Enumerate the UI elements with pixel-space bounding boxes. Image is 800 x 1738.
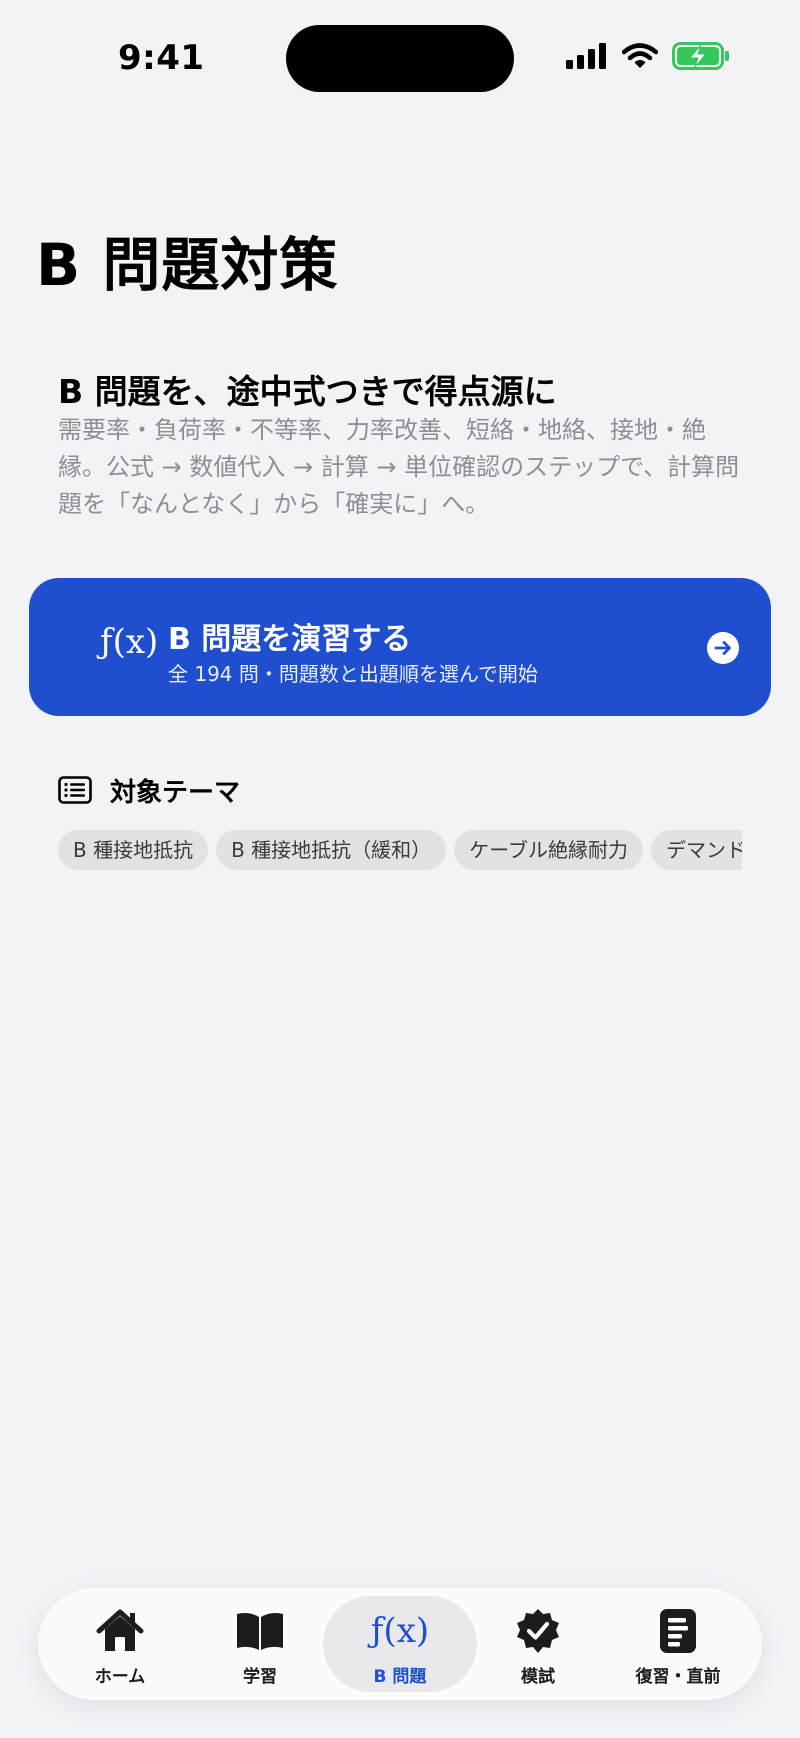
intro-heading: B 問題を、途中式つきで得点源に bbox=[58, 372, 557, 411]
page-title: B 問題対策 bbox=[36, 231, 339, 299]
status-icons bbox=[566, 42, 730, 70]
tab-b-problems-label: B 問題 bbox=[373, 1667, 427, 1687]
theme-chip[interactable]: デマンド bbox=[650, 830, 742, 870]
arrow-right-circle-icon bbox=[707, 632, 739, 664]
checkmark-seal-icon bbox=[517, 1609, 559, 1653]
status-bar: 9:41 bbox=[0, 0, 800, 120]
tab-review-label: 復習・直前 bbox=[635, 1667, 721, 1687]
tab-mock-exam[interactable]: 模試 bbox=[468, 1596, 608, 1692]
tab-study[interactable]: 学習 bbox=[190, 1596, 330, 1692]
theme-chip[interactable]: ケーブル絶縁耐力 bbox=[454, 830, 643, 870]
theme-chip[interactable]: B 種接地抵抗（緩和） bbox=[216, 830, 447, 870]
tab-b-problems[interactable]: ƒ(x) B 問題 bbox=[323, 1596, 477, 1692]
tab-home[interactable]: ホーム bbox=[50, 1596, 190, 1692]
target-themes-label: 対象テーマ bbox=[110, 777, 241, 808]
document-icon bbox=[660, 1609, 696, 1653]
practice-card-title: B 問題を演習する bbox=[168, 622, 412, 657]
status-time: 9:41 bbox=[118, 38, 205, 78]
dynamic-island bbox=[286, 25, 514, 92]
theme-chip-list[interactable]: B 種接地抵抗 B 種接地抵抗（緩和） ケーブル絶縁耐力 デマンド bbox=[58, 830, 742, 872]
tab-home-label: ホーム bbox=[94, 1667, 146, 1687]
practice-card-subtitle: 全 194 問・問題数と出題順を選んで開始 bbox=[168, 662, 538, 686]
tab-mock-exam-label: 模試 bbox=[521, 1667, 555, 1687]
tab-bar: ホーム 学習 ƒ(x) B 問題 模試 復習・直前 bbox=[38, 1588, 762, 1700]
function-icon: ƒ(x) bbox=[370, 1611, 430, 1651]
practice-b-problems-button[interactable]: ƒ(x) B 問題を演習する 全 194 問・問題数と出題順を選んで開始 bbox=[29, 578, 771, 716]
wifi-icon bbox=[622, 43, 658, 68]
book-icon bbox=[237, 1613, 283, 1650]
target-themes-header: 対象テーマ bbox=[58, 772, 742, 808]
theme-chip[interactable]: B 種接地抵抗 bbox=[58, 830, 209, 870]
battery-charging-icon bbox=[672, 42, 729, 70]
tab-study-label: 学習 bbox=[243, 1667, 277, 1687]
house-icon bbox=[96, 1609, 144, 1651]
function-icon: ƒ(x) bbox=[100, 622, 159, 662]
target-themes-section: 対象テーマ B 種接地抵抗 B 種接地抵抗（緩和） ケーブル絶縁耐力 デマンド bbox=[58, 772, 742, 872]
tab-review[interactable]: 復習・直前 bbox=[608, 1596, 748, 1692]
cellular-signal-icon bbox=[566, 43, 606, 69]
list-icon bbox=[58, 776, 92, 804]
intro-description: 需要率・負荷率・不等率、力率改善、短絡・地絡、接地・絶縁。公式 → 数値代入 →… bbox=[58, 416, 740, 518]
